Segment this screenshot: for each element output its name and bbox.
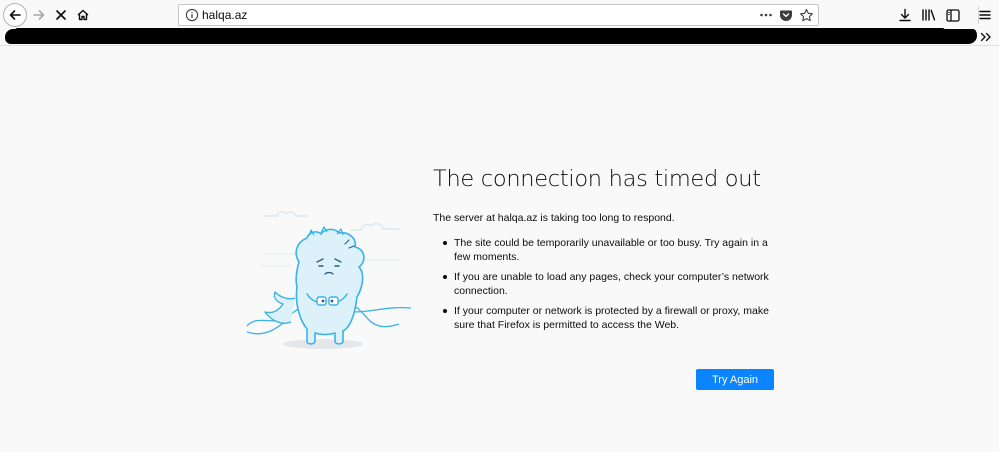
close-x-icon [56,10,66,20]
library-icon [922,9,936,21]
reason-item: If your computer or network is protected… [433,304,778,332]
try-again-button[interactable]: Try Again [696,369,774,390]
reason-item: The site could be temporarily unavailabl… [433,236,778,264]
download-arrow-icon [899,8,911,22]
info-circle-icon[interactable] [185,8,199,22]
pocket-icon [780,10,792,21]
arrow-left-icon [9,10,21,20]
back-button[interactable] [3,3,27,27]
more-dots-icon [760,13,772,17]
bookmarks-overflow-button[interactable] [978,30,994,44]
arrow-right-icon [33,10,45,20]
error-description: The server at halqa.az is taking too lon… [433,212,675,224]
toolbar-separator [978,6,979,24]
toolbar-bottom-border [0,45,999,46]
home-icon [77,9,89,21]
star-icon [799,8,813,21]
stop-button[interactable] [49,3,73,27]
sidebar-button[interactable] [942,3,964,27]
hamburger-icon [979,10,991,20]
library-button[interactable] [918,3,940,27]
url-text[interactable]: halqa.az [202,7,247,23]
double-chevron-icon [980,32,991,42]
page-actions [758,7,814,23]
redaction-mark [5,28,977,44]
reason-item: If you are unable to load any pages, che… [433,270,778,298]
timed-out-dinosaur-illustration [246,211,412,349]
forward-button[interactable] [27,3,51,27]
navigation-toolbar: halqa.az [0,0,999,30]
bookmarks-toolbar [0,28,999,45]
sidebar-icon [946,8,960,22]
bookmark-star-button[interactable] [798,7,814,23]
url-bar[interactable]: halqa.az [178,4,819,26]
error-title: The connection has timed out [433,166,761,192]
toolbar-right [894,3,999,27]
downloads-button[interactable] [894,3,916,27]
pocket-button[interactable] [778,7,794,23]
home-button[interactable] [71,3,95,27]
error-reasons-list: The site could be temporarily unavailabl… [433,236,778,332]
error-content: The connection has timed out The server … [433,164,778,338]
page-actions-button[interactable] [758,7,774,23]
